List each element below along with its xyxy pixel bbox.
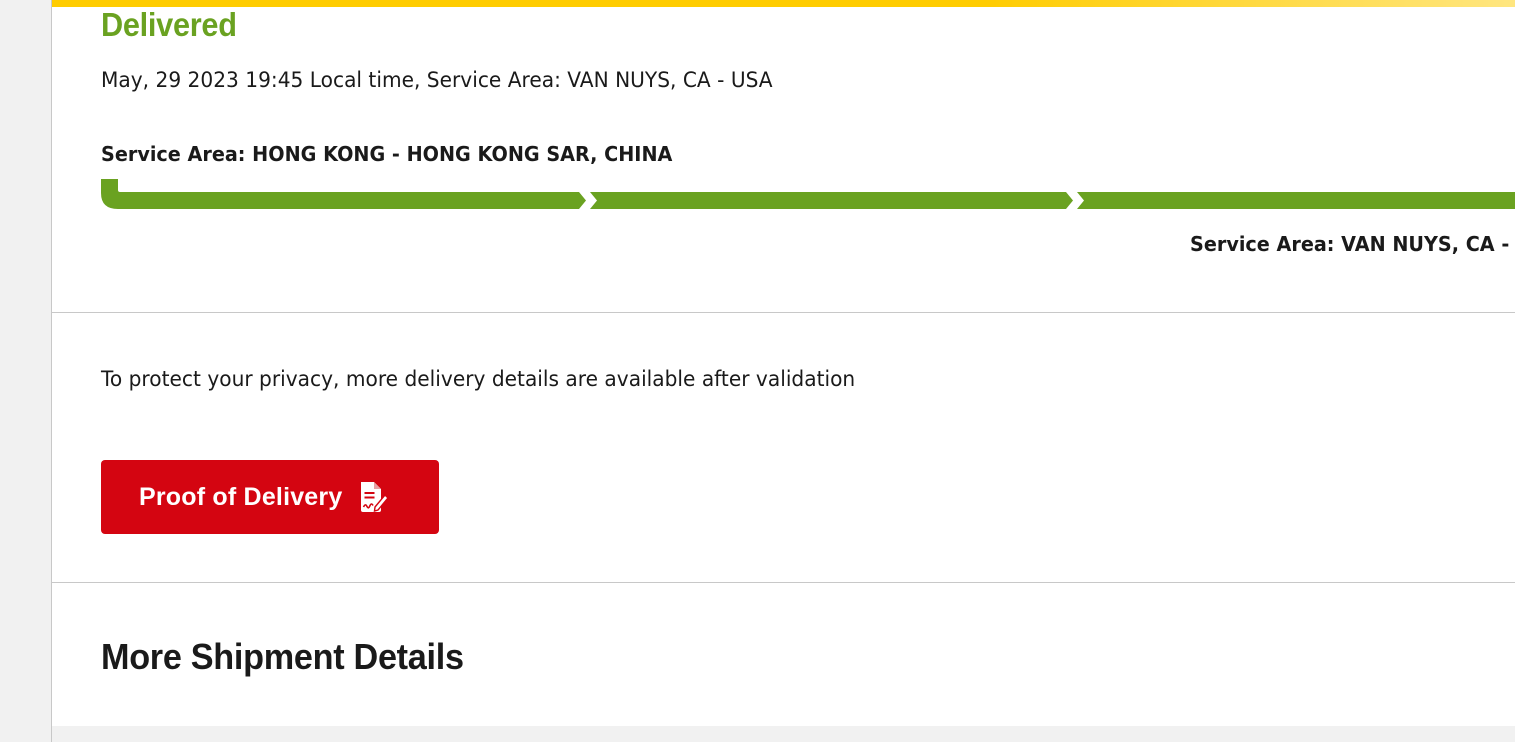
- progress-segment-3: [1077, 192, 1515, 209]
- progress-segment-1: [101, 179, 586, 209]
- section-divider: [52, 582, 1515, 583]
- shipment-tracking-page: Delivered May, 29 2023 19:45 Local time,…: [0, 0, 1515, 742]
- privacy-note: To protect your privacy, more delivery d…: [101, 367, 856, 391]
- destination-service-area: Service Area: VAN NUYS, CA -: [1190, 232, 1510, 256]
- proof-of-delivery-button[interactable]: Proof of Delivery: [101, 460, 439, 534]
- origin-service-area: Service Area: HONG KONG - HONG KONG SAR,…: [101, 142, 673, 166]
- shipment-details-panel: [52, 726, 1515, 742]
- more-shipment-details-heading: More Shipment Details: [101, 636, 464, 677]
- progress-segment-2: [590, 192, 1073, 209]
- delivery-status-detail: May, 29 2023 19:45 Local time, Service A…: [101, 68, 773, 92]
- tracking-result-card: Delivered May, 29 2023 19:45 Local time,…: [52, 7, 1515, 742]
- signed-document-icon: [359, 481, 390, 513]
- delivery-status-title: Delivered: [101, 6, 237, 43]
- proof-of-delivery-label: Proof of Delivery: [139, 482, 343, 511]
- left-gutter: [0, 0, 52, 742]
- shipment-progress-bar: [101, 179, 1515, 209]
- section-divider: [52, 312, 1515, 313]
